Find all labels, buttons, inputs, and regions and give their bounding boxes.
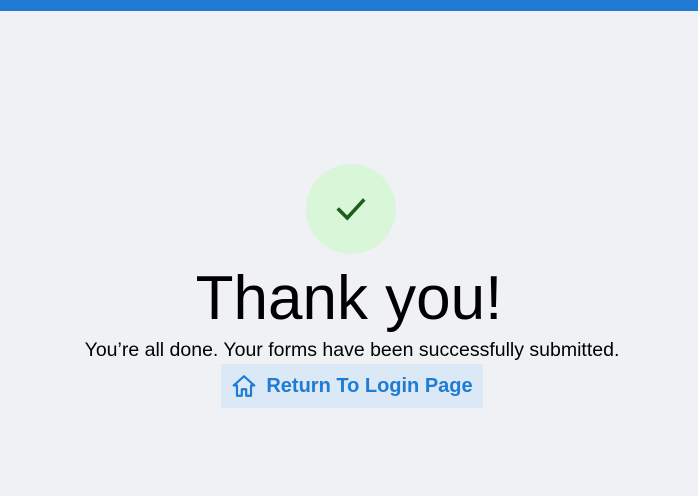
checkmark-icon bbox=[336, 198, 366, 221]
return-to-login-button[interactable]: Return To Login Page bbox=[221, 364, 483, 408]
confirmation-page: Thank you! You’re all done. Your forms h… bbox=[0, 0, 698, 496]
return-to-login-label: Return To Login Page bbox=[266, 374, 473, 397]
confirmation-message: You’re all done. Your forms have been su… bbox=[84, 339, 620, 361]
thank-you-heading: Thank you! bbox=[195, 264, 503, 333]
success-badge bbox=[306, 164, 396, 254]
home-icon bbox=[232, 375, 256, 397]
